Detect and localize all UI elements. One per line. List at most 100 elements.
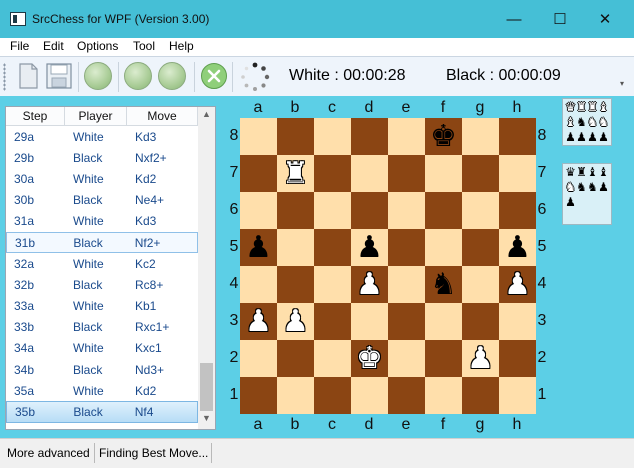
square-d5[interactable]: ♟	[351, 229, 388, 266]
square-e4[interactable]	[388, 266, 425, 303]
move-list-scrollbar[interactable]: ▲ ▼	[198, 107, 215, 429]
header-step[interactable]: Step	[6, 107, 65, 125]
white-king-icon[interactable]: ♚	[356, 343, 383, 374]
cancel-icon[interactable]	[200, 62, 228, 90]
menu-options[interactable]: Options	[77, 39, 118, 53]
square-d8[interactable]	[351, 118, 388, 155]
black-pawn-icon[interactable]: ♟	[245, 232, 272, 263]
square-c4[interactable]	[314, 266, 351, 303]
square-e5[interactable]	[388, 229, 425, 266]
square-h6[interactable]	[499, 192, 536, 229]
move-row[interactable]: 29a White Kd3	[6, 126, 198, 147]
toolbar-grip[interactable]	[3, 63, 6, 91]
square-b6[interactable]	[277, 192, 314, 229]
close-button[interactable]: ✕	[582, 0, 628, 38]
square-b4[interactable]	[277, 266, 314, 303]
square-b3[interactable]: ♟	[277, 303, 314, 340]
square-e2[interactable]	[388, 340, 425, 377]
square-h2[interactable]	[499, 340, 536, 377]
move-row[interactable]: 34a White Kxc1	[6, 338, 198, 359]
header-move[interactable]: Move	[127, 107, 198, 125]
square-a4[interactable]	[240, 266, 277, 303]
move-row[interactable]: 33a White Kb1	[6, 296, 198, 317]
scroll-up-icon[interactable]: ▲	[198, 109, 215, 123]
black-king-icon[interactable]: ♚	[430, 121, 457, 152]
square-f4[interactable]: ♞	[425, 266, 462, 303]
square-g2[interactable]: ♟	[462, 340, 499, 377]
square-d6[interactable]	[351, 192, 388, 229]
move-row[interactable]: 34b Black Nd3+	[6, 359, 198, 380]
move-row[interactable]: 31a White Kd3	[6, 211, 198, 232]
square-f2[interactable]	[425, 340, 462, 377]
square-d4[interactable]: ♟	[351, 266, 388, 303]
square-g3[interactable]	[462, 303, 499, 340]
square-e6[interactable]	[388, 192, 425, 229]
menu-edit[interactable]: Edit	[43, 39, 64, 53]
square-f1[interactable]	[425, 377, 462, 414]
scroll-down-icon[interactable]: ▼	[198, 413, 215, 427]
move-list-table[interactable]: Step Player Move 29a White Kd3 29b Black Nxf2…	[6, 107, 198, 423]
square-c6[interactable]	[314, 192, 351, 229]
menu-file[interactable]: File	[10, 39, 29, 53]
black-pawn-icon[interactable]: ♟	[356, 232, 383, 263]
white-pawn-icon[interactable]: ♟	[245, 306, 272, 337]
square-b1[interactable]	[277, 377, 314, 414]
square-b8[interactable]	[277, 118, 314, 155]
square-c1[interactable]	[314, 377, 351, 414]
play-icon[interactable]	[158, 62, 186, 90]
square-a5[interactable]: ♟	[240, 229, 277, 266]
square-e7[interactable]	[388, 155, 425, 192]
white-pawn-icon[interactable]: ♟	[282, 306, 309, 337]
square-b2[interactable]	[277, 340, 314, 377]
square-a8[interactable]	[240, 118, 277, 155]
move-row[interactable]: 32b Black Rc8+	[6, 274, 198, 295]
black-pawn-icon[interactable]: ♟	[504, 232, 531, 263]
square-h1[interactable]	[499, 377, 536, 414]
square-d1[interactable]	[351, 377, 388, 414]
square-e8[interactable]	[388, 118, 425, 155]
square-g4[interactable]	[462, 266, 499, 303]
header-player[interactable]: Player	[65, 107, 127, 125]
move-row[interactable]: 30b Black Ne4+	[6, 190, 198, 211]
square-d2[interactable]: ♚	[351, 340, 388, 377]
square-c5[interactable]	[314, 229, 351, 266]
square-a2[interactable]	[240, 340, 277, 377]
square-a1[interactable]	[240, 377, 277, 414]
square-h4[interactable]: ♟	[499, 266, 536, 303]
minimize-button[interactable]: —	[491, 0, 537, 38]
square-a7[interactable]	[240, 155, 277, 192]
move-row[interactable]: 32a White Kc2	[6, 253, 198, 274]
square-a6[interactable]	[240, 192, 277, 229]
square-d7[interactable]	[351, 155, 388, 192]
square-h8[interactable]	[499, 118, 536, 155]
square-g8[interactable]	[462, 118, 499, 155]
square-g1[interactable]	[462, 377, 499, 414]
square-a3[interactable]: ♟	[240, 303, 277, 340]
square-g5[interactable]	[462, 229, 499, 266]
white-pawn-icon[interactable]: ♟	[467, 343, 494, 374]
scroll-thumb[interactable]	[200, 363, 213, 411]
move-row[interactable]: 35b Black Nf4	[6, 401, 198, 423]
square-d3[interactable]	[351, 303, 388, 340]
chess-board[interactable]: ♚ ♜ ♟ ♟ ♟ ♟ ♞ ♟ ♟ ♟ ♚ ♟	[240, 118, 536, 414]
move-row[interactable]: 33b Black Rxc1+	[6, 317, 198, 338]
undo-icon[interactable]	[84, 62, 112, 90]
square-h7[interactable]	[499, 155, 536, 192]
maximize-button[interactable]: ☐	[537, 0, 583, 38]
square-e3[interactable]	[388, 303, 425, 340]
square-c2[interactable]	[314, 340, 351, 377]
square-f5[interactable]	[425, 229, 462, 266]
white-pawn-icon[interactable]: ♟	[504, 269, 531, 300]
menu-tool[interactable]: Tool	[133, 39, 155, 53]
square-f7[interactable]	[425, 155, 462, 192]
save-icon[interactable]	[44, 61, 74, 91]
white-rook-icon[interactable]: ♜	[282, 158, 309, 189]
square-c3[interactable]	[314, 303, 351, 340]
square-h3[interactable]	[499, 303, 536, 340]
redo-icon[interactable]	[124, 62, 152, 90]
move-row[interactable]: 35a White Kd2	[6, 380, 198, 401]
square-c7[interactable]	[314, 155, 351, 192]
white-pawn-icon[interactable]: ♟	[356, 269, 383, 300]
square-g7[interactable]	[462, 155, 499, 192]
square-h5[interactable]: ♟	[499, 229, 536, 266]
